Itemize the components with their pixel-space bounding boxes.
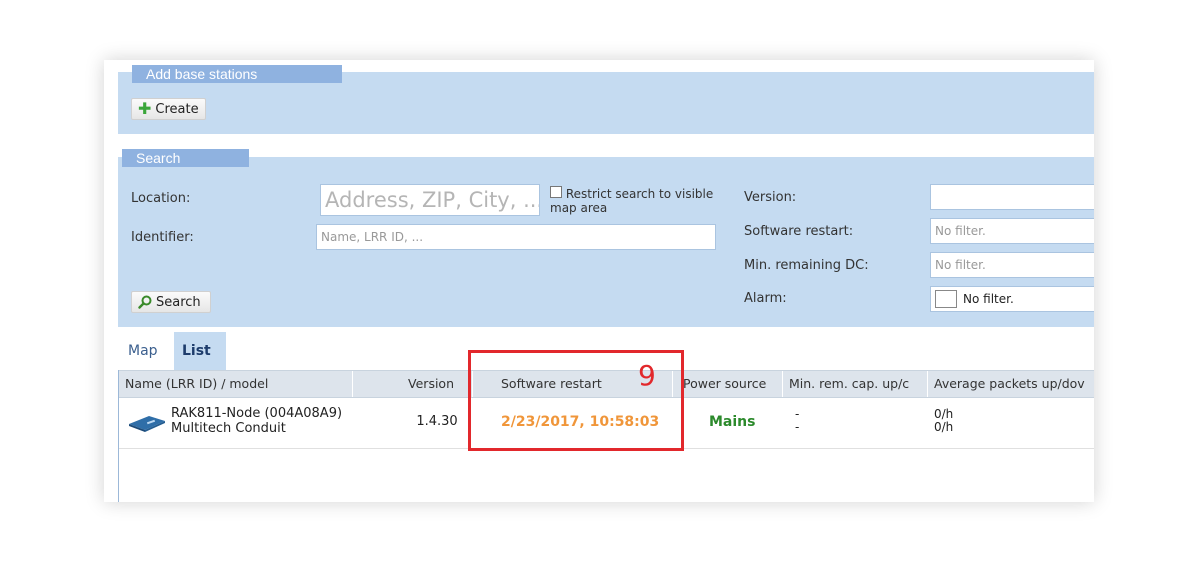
create-button-label: Create — [155, 101, 199, 117]
column-name[interactable]: Name (LRR ID) / model — [119, 371, 353, 397]
column-power-source[interactable]: Power source — [673, 371, 783, 397]
software-restart-label: Software restart: — [744, 224, 854, 239]
step-marker: 9 — [638, 359, 656, 392]
location-label: Location: — [131, 191, 191, 206]
alarm-filter-value: No filter. — [963, 292, 1014, 306]
software-restart-filter[interactable]: No filter. — [930, 218, 1094, 244]
min-rem-down: - — [795, 420, 800, 434]
restrict-checkbox-label: Restrict search to visible map area — [550, 187, 714, 215]
tab-list[interactable]: List — [174, 332, 226, 370]
alarm-checkbox[interactable] — [935, 290, 957, 308]
version-input[interactable] — [930, 184, 1094, 210]
station-average-packets: 0/h 0/h — [934, 408, 953, 434]
tab-map[interactable]: Map — [118, 332, 174, 370]
alarm-label: Alarm: — [744, 291, 787, 306]
station-version: 1.4.30 — [416, 414, 458, 429]
min-remaining-dc-label: Min. remaining DC: — [744, 258, 869, 273]
station-model: Multitech Conduit — [171, 421, 286, 436]
station-power-source: Mains — [709, 414, 756, 430]
restrict-checkbox-box[interactable] — [550, 186, 562, 198]
create-button[interactable]: ✚ Create — [131, 98, 206, 120]
alarm-filter[interactable]: No filter. — [930, 286, 1094, 312]
identifier-input[interactable]: Name, LRR ID, ... — [316, 224, 716, 250]
column-average-packets[interactable]: Average packets up/dov — [928, 371, 1094, 397]
version-label: Version: — [744, 190, 797, 205]
column-min-rem-cap[interactable]: Min. rem. cap. up/c — [783, 371, 928, 397]
search-button[interactable]: Search — [131, 291, 211, 313]
station-name-cell: RAK811-Node (004A08A9) Multitech Conduit — [171, 406, 342, 436]
avg-packets-down: 0/h — [934, 420, 954, 434]
station-name: RAK811-Node (004A08A9) — [171, 406, 343, 421]
search-panel-title: Search — [122, 149, 249, 167]
column-version[interactable]: Version — [353, 371, 473, 397]
magnifier-icon — [138, 295, 152, 309]
restrict-search-checkbox[interactable]: Restrict search to visible map area — [550, 186, 720, 215]
min-remaining-dc-filter[interactable]: No filter. — [930, 252, 1094, 278]
identifier-label: Identifier: — [131, 230, 194, 245]
location-input[interactable]: Address, ZIP, City, ... — [320, 184, 540, 216]
station-min-rem-cap: - - — [795, 408, 799, 434]
app-frame: Add base stations ✚ Create Search Locati… — [104, 60, 1094, 502]
search-button-label: Search — [156, 294, 201, 310]
add-base-stations-title: Add base stations — [132, 65, 342, 83]
gateway-device-icon — [129, 416, 165, 432]
plus-icon: ✚ — [138, 99, 152, 118]
